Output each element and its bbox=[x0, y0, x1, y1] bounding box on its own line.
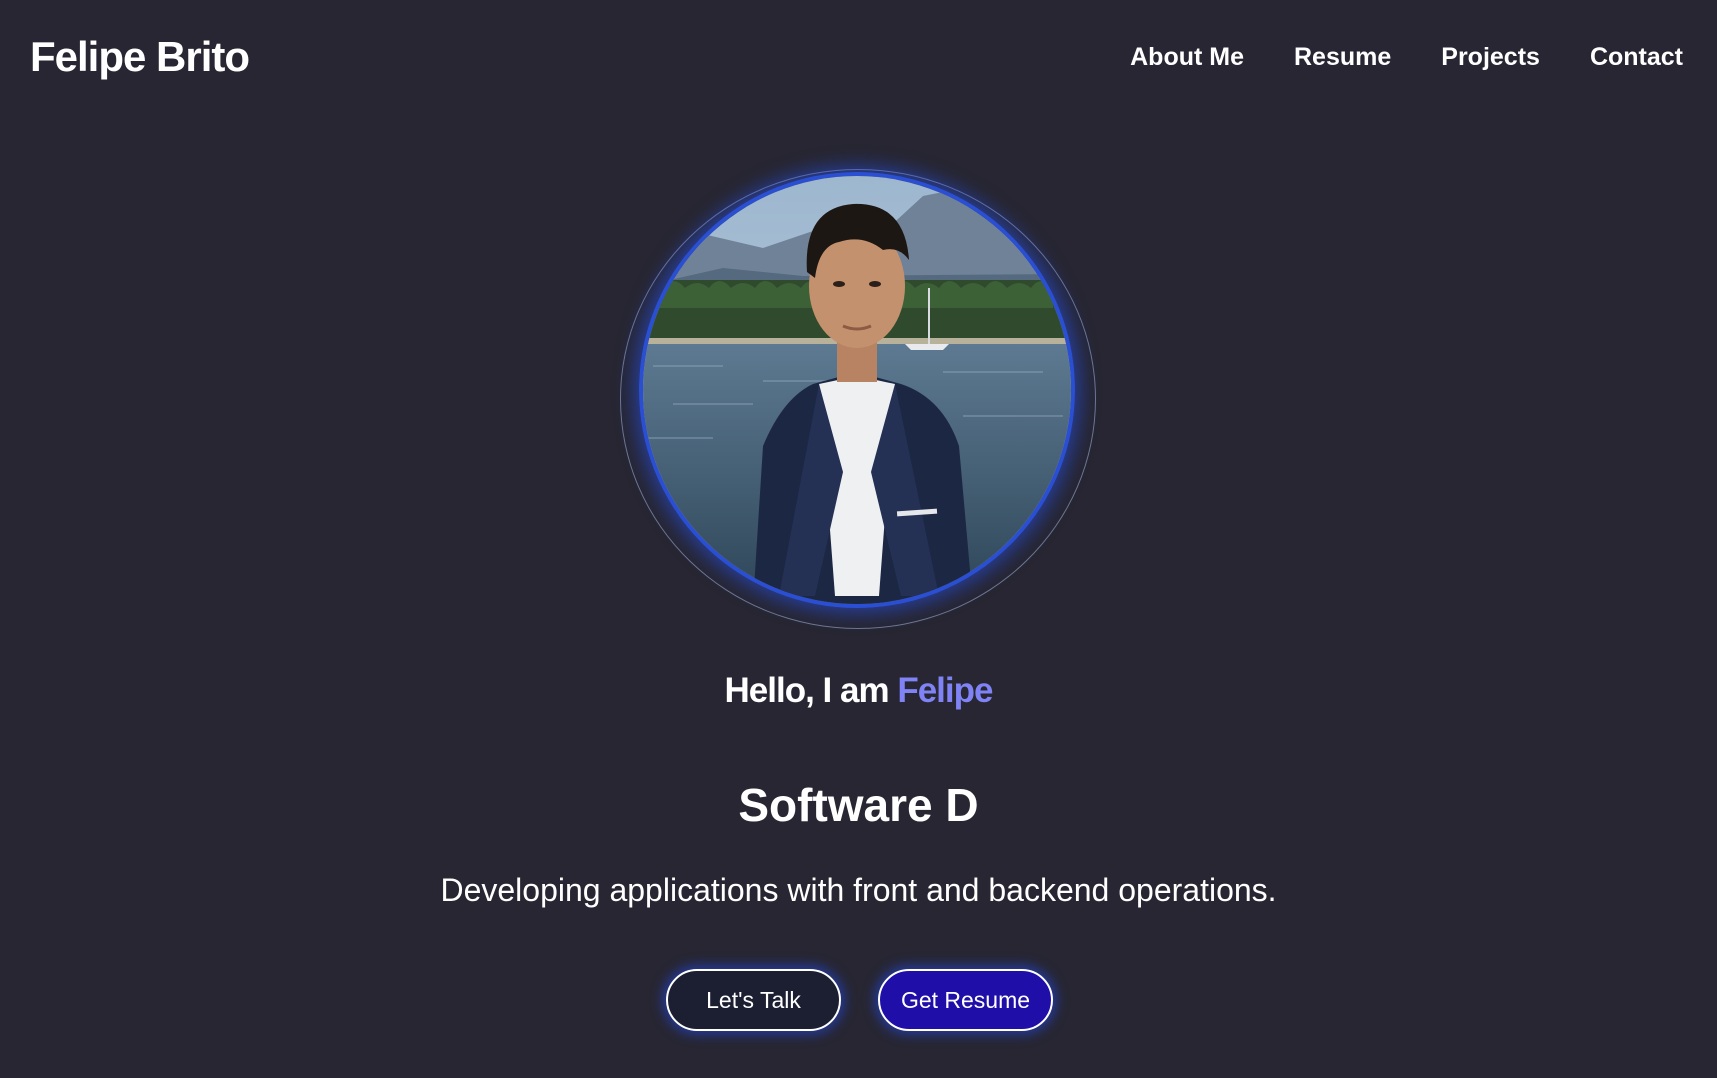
greeting-prefix: Hello, I am bbox=[724, 671, 898, 710]
nav-contact[interactable]: Contact bbox=[1590, 40, 1683, 74]
hero-tagline: Developing applications with front and b… bbox=[440, 872, 1277, 908]
hero-actions: Let's Talk Get Resume bbox=[666, 969, 1053, 1031]
lets-talk-button[interactable]: Let's Talk bbox=[666, 969, 841, 1031]
main-nav: About Me Resume Projects Contact bbox=[1130, 40, 1683, 74]
portrait-illustration bbox=[643, 176, 1071, 604]
profile-photo bbox=[639, 172, 1075, 608]
nav-about-me[interactable]: About Me bbox=[1130, 40, 1244, 74]
nav-projects[interactable]: Projects bbox=[1441, 40, 1540, 74]
hero-greeting: Hello, I am Felipe bbox=[0, 667, 1717, 715]
hero-role-title: Software D bbox=[738, 779, 979, 831]
nav-resume[interactable]: Resume bbox=[1294, 40, 1391, 74]
brand-logo[interactable]: Felipe Brito bbox=[30, 30, 250, 84]
greeting-name-highlight: Felipe bbox=[897, 671, 993, 710]
profile-photo-frame bbox=[620, 169, 1098, 631]
site-header: Felipe Brito About Me Resume Projects Co… bbox=[0, 0, 1717, 116]
get-resume-button[interactable]: Get Resume bbox=[878, 969, 1053, 1031]
